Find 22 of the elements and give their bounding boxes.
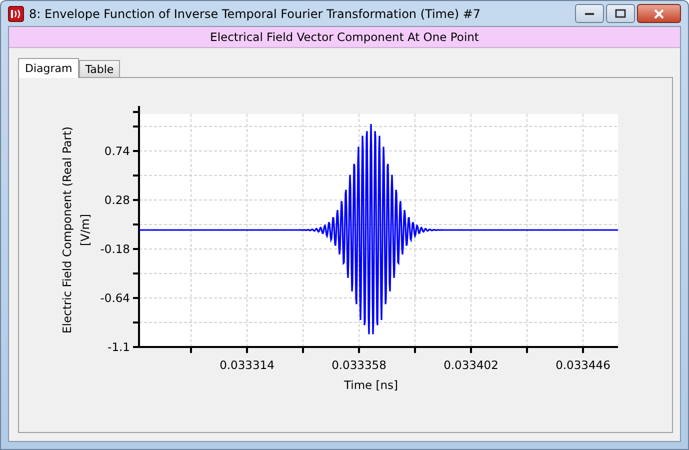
minimize-button[interactable] xyxy=(575,4,604,23)
y-tick-label: -1.1 xyxy=(108,340,130,354)
header-title: Electrical Field Vector Component At One Point xyxy=(210,30,479,44)
x-tick-label: 0.033314 xyxy=(220,358,274,372)
minimize-icon xyxy=(584,12,594,16)
y-tick-label: -0.18 xyxy=(100,242,130,256)
x-axis-title: Time [ns] xyxy=(344,378,398,392)
window-title: 8: Envelope Function of Inverse Temporal Fourier Transformation (Time) #7 xyxy=(29,6,482,20)
y-tick-label: -0.64 xyxy=(100,291,130,305)
tab[interactable]: Diagram xyxy=(18,58,80,78)
x-tick-label: 0.033402 xyxy=(444,358,498,372)
app-icon xyxy=(8,6,24,22)
close-button[interactable] xyxy=(637,4,681,23)
y-axis-title: Electric Field Component (Real Part) [V/m] xyxy=(60,126,92,334)
y-tick-label: 0.28 xyxy=(104,193,130,207)
close-icon xyxy=(653,8,665,18)
y-tick-label: 0.74 xyxy=(104,144,130,158)
x-tick-label: 0.033358 xyxy=(332,358,386,372)
maximize-button[interactable] xyxy=(606,4,635,23)
tab[interactable]: Table xyxy=(79,60,120,77)
maximize-icon xyxy=(615,9,626,18)
x-tick-label: 0.033446 xyxy=(556,358,610,372)
